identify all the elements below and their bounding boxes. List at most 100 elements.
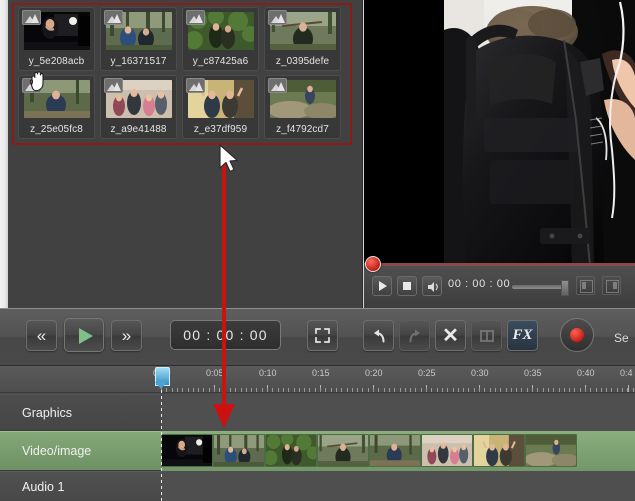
- ruler-tick-minor: [246, 388, 247, 392]
- timeline-clip[interactable]: [265, 434, 317, 467]
- timeline-clip[interactable]: [369, 434, 421, 467]
- ruler-tick-minor: [219, 388, 220, 392]
- ruler-tick-minor: [521, 388, 522, 392]
- media-thumbnail[interactable]: z_0395defe: [264, 7, 341, 71]
- timeline-clip[interactable]: [525, 434, 577, 467]
- skip-forward-button[interactable]: »: [111, 320, 142, 351]
- chevron-double-right-icon: »: [122, 327, 131, 344]
- track-header-audio-1[interactable]: Audio 1: [0, 471, 161, 501]
- media-thumbnail[interactable]: z_f4792cd7: [264, 75, 341, 139]
- ruler-tick-minor: [601, 388, 602, 392]
- film-clip-icon: [186, 10, 205, 25]
- ruler-tick-minor: [506, 388, 507, 392]
- preview-mark-out-button[interactable]: [602, 276, 621, 295]
- record-button[interactable]: [560, 318, 594, 352]
- ruler-tick-minor: [209, 388, 210, 392]
- timeline-clip[interactable]: [421, 434, 473, 467]
- media-thumbnail[interactable]: z_a9e41488: [100, 75, 177, 139]
- ruler-tick-minor: [559, 388, 560, 392]
- thumbnail-label: z_a9e41488: [101, 124, 176, 135]
- undo-icon: [370, 327, 388, 345]
- timeline-play-button[interactable]: [64, 318, 104, 352]
- ruler-tick-minor: [352, 388, 353, 392]
- effects-button[interactable]: FX: [507, 320, 538, 351]
- ruler-tick-minor: [474, 388, 475, 392]
- delete-button[interactable]: ✕: [435, 320, 466, 351]
- ruler-tick-minor: [437, 388, 438, 392]
- close-icon: ✕: [442, 326, 459, 346]
- ruler-tick-minor: [421, 388, 422, 392]
- ruler-tick-minor: [516, 388, 517, 392]
- film-clip-icon: [268, 10, 287, 25]
- preview-frame-image: [444, 0, 635, 266]
- timeline-clip[interactable]: [317, 434, 369, 467]
- preview-stop-button[interactable]: [397, 276, 417, 296]
- ruler-tick-major: [628, 385, 629, 392]
- ruler-tick-minor: [553, 388, 554, 392]
- redo-icon: [406, 327, 424, 345]
- timeline-ruler[interactable]: 0:000:050:100:150:200:250:300:350:400:4: [0, 366, 635, 393]
- ruler-tick-minor: [294, 388, 295, 392]
- media-thumbnail[interactable]: z_e37df959: [182, 75, 259, 139]
- media-thumbnail[interactable]: y_c87425a6: [182, 7, 259, 71]
- split-clip-button[interactable]: [471, 320, 502, 351]
- ruler-tick-minor: [198, 388, 199, 392]
- track-body-video-image[interactable]: [161, 431, 635, 472]
- ruler-tick-minor: [627, 388, 628, 392]
- slider-knob[interactable]: [561, 280, 569, 296]
- ruler-tick-minor: [410, 388, 411, 392]
- ruler-tick-minor: [442, 388, 443, 392]
- ruler-label: 0:05: [206, 368, 224, 378]
- ruler-tick-minor: [606, 388, 607, 392]
- timeline-panel: 0:000:050:100:150:200:250:300:350:400:4 …: [0, 366, 635, 501]
- preview-volume-button[interactable]: [422, 276, 442, 296]
- fullscreen-button[interactable]: [307, 320, 338, 351]
- track-video-image[interactable]: Video/image: [0, 431, 635, 471]
- track-body-audio-1[interactable]: [161, 471, 635, 501]
- ruler-label: 0:10: [259, 368, 277, 378]
- timeline-clip[interactable]: [213, 434, 265, 467]
- chevron-double-left-icon: «: [37, 327, 46, 344]
- ruler-tick-minor: [463, 388, 464, 392]
- ruler-tick-minor: [527, 388, 528, 392]
- ruler-tick-minor: [596, 388, 597, 392]
- track-label: Audio 1: [22, 480, 64, 494]
- ruler-tick-minor: [394, 388, 395, 392]
- redo-button[interactable]: [399, 320, 430, 351]
- ruler-tick-minor: [495, 388, 496, 392]
- play-icon: [379, 281, 387, 291]
- media-thumbnail[interactable]: z_25e05fc8: [18, 75, 95, 139]
- timeline-timecode-field[interactable]: 00 : 00 : 00: [170, 320, 281, 350]
- ruler-tick-minor: [389, 388, 390, 392]
- timecode-value: 00 : 00 : 00: [183, 327, 267, 343]
- ruler-tick-minor: [378, 388, 379, 392]
- timeline-playhead-handle[interactable]: [155, 367, 170, 386]
- skip-backward-button[interactable]: «: [26, 320, 57, 351]
- track-audio-1[interactable]: Audio 1: [0, 471, 635, 501]
- undo-button[interactable]: [363, 320, 394, 351]
- media-thumbnail[interactable]: y_16371517: [100, 7, 177, 71]
- media-thumbnail[interactable]: y_5e208acb: [18, 7, 95, 71]
- ruler-tick-minor: [182, 388, 183, 392]
- track-header-graphics[interactable]: Graphics: [0, 394, 161, 431]
- ruler-tick-minor: [574, 388, 575, 392]
- ruler-tick-minor: [479, 388, 480, 392]
- ruler-tick-minor: [241, 388, 242, 392]
- preview-position-slider[interactable]: [512, 285, 567, 289]
- toolbar-overflow-label[interactable]: Se: [614, 331, 635, 345]
- ruler-tick-minor: [484, 388, 485, 392]
- ruler-tick-minor: [299, 388, 300, 392]
- preview-mark-in-button[interactable]: [576, 276, 595, 295]
- timeline-clip[interactable]: [161, 434, 213, 467]
- timeline-clip[interactable]: [473, 434, 525, 467]
- ruler-tick-minor: [511, 388, 512, 392]
- ruler-tick-minor: [453, 388, 454, 392]
- track-graphics[interactable]: Graphics: [0, 394, 635, 431]
- track-body-graphics[interactable]: [161, 394, 635, 432]
- preview-play-button[interactable]: [372, 276, 392, 296]
- ruler-tick-minor: [362, 388, 363, 392]
- ruler-tick-minor: [288, 388, 289, 392]
- track-header-video-image[interactable]: Video/image: [0, 431, 161, 471]
- ruler-tick-minor: [188, 388, 189, 392]
- ruler-tick-minor: [309, 388, 310, 392]
